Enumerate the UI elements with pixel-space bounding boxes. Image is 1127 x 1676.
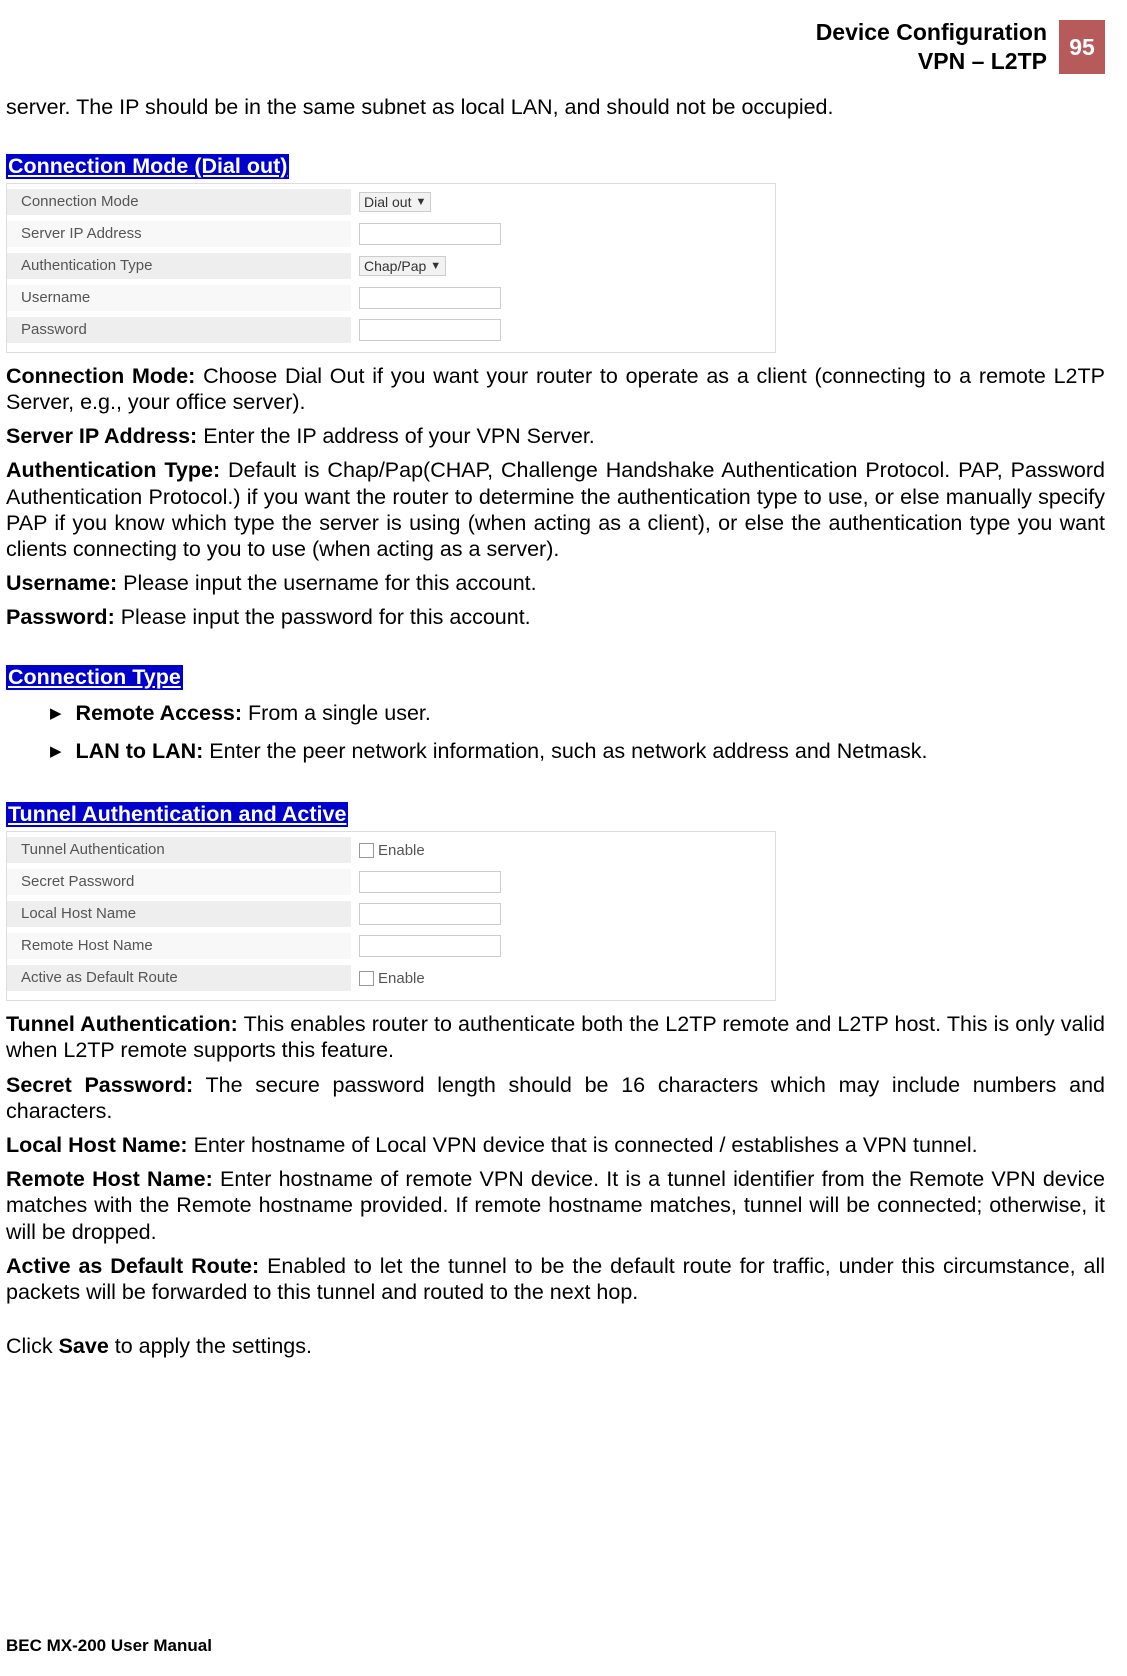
table-row: Username bbox=[7, 282, 775, 314]
desc-active-default-route: Active as Default Route: Enabled to let … bbox=[6, 1253, 1105, 1305]
desc-remote-host: Remote Host Name: Enter hostname of remo… bbox=[6, 1166, 1105, 1245]
row-label: Connection Mode bbox=[7, 189, 351, 215]
intro-continuation: server. The IP should be in the same sub… bbox=[6, 94, 1105, 120]
connection-mode-select-cell: Dial out ▼ bbox=[351, 192, 431, 212]
chevron-down-icon: ▼ bbox=[430, 260, 441, 272]
password-input[interactable] bbox=[359, 319, 501, 341]
header-title-block: Device Configuration VPN – L2TP bbox=[816, 18, 1047, 76]
desc-server-ip: Server IP Address: Enter the IP address … bbox=[6, 423, 1105, 449]
auth-type-select[interactable]: Chap/Pap ▼ bbox=[359, 256, 446, 276]
table-row: Server IP Address bbox=[7, 218, 775, 250]
section-tunnel-auth-title: Tunnel Authentication and Active bbox=[6, 802, 348, 827]
auth-type-select-cell: Chap/Pap ▼ bbox=[351, 256, 446, 276]
table-row: Connection Mode Dial out ▼ bbox=[7, 186, 775, 218]
save-instruction: Click Save to apply the settings. bbox=[6, 1333, 1105, 1359]
table-row: Authentication Type Chap/Pap ▼ bbox=[7, 250, 775, 282]
table-row: Secret Password bbox=[7, 866, 775, 898]
desc-auth-type: Authentication Type: Default is Chap/Pap… bbox=[6, 457, 1105, 562]
select-value: Dial out bbox=[364, 194, 411, 210]
page-number-badge: 95 bbox=[1059, 20, 1105, 74]
desc-password: Password: Please input the password for … bbox=[6, 604, 1105, 630]
page-number: 95 bbox=[1069, 34, 1095, 61]
section-connection-mode-title: Connection Mode (Dial out) bbox=[6, 154, 289, 179]
row-label: Remote Host Name bbox=[7, 933, 351, 959]
enable-label: Enable bbox=[378, 970, 425, 987]
desc-secret-password: Secret Password: The secure password len… bbox=[6, 1072, 1105, 1124]
desc-tunnel-auth: Tunnel Authentication: This enables rout… bbox=[6, 1011, 1105, 1063]
tunnel-auth-checkbox[interactable] bbox=[359, 843, 374, 858]
row-label: Server IP Address bbox=[7, 221, 351, 247]
desc-connection-mode: Connection Mode: Choose Dial Out if you … bbox=[6, 363, 1105, 415]
list-item: ▶ Remote Access: From a single user. bbox=[50, 700, 1105, 726]
header-title-line2: VPN – L2TP bbox=[918, 48, 1047, 74]
table-row: Active as Default Route Enable bbox=[7, 962, 775, 994]
list-item: ▶ LAN to LAN: Enter the peer network inf… bbox=[50, 738, 1105, 764]
desc-local-host: Local Host Name: Enter hostname of Local… bbox=[6, 1132, 1105, 1158]
server-ip-input[interactable] bbox=[359, 223, 501, 245]
chevron-down-icon: ▼ bbox=[415, 196, 426, 208]
table-row: Tunnel Authentication Enable bbox=[7, 834, 775, 866]
desc-username: Username: Please input the username for … bbox=[6, 570, 1105, 596]
row-label: Active as Default Route bbox=[7, 965, 351, 991]
page-container: Device Configuration VPN – L2TP 95 serve… bbox=[0, 0, 1127, 1676]
select-value: Chap/Pap bbox=[364, 258, 426, 274]
row-label: Local Host Name bbox=[7, 901, 351, 927]
footer-manual-name: BEC MX-200 User Manual bbox=[6, 1636, 212, 1656]
username-input[interactable] bbox=[359, 287, 501, 309]
connection-type-list: ▶ Remote Access: From a single user. ▶ L… bbox=[6, 694, 1105, 764]
remote-host-input[interactable] bbox=[359, 935, 501, 957]
table-row: Local Host Name bbox=[7, 898, 775, 930]
row-label: Authentication Type bbox=[7, 253, 351, 279]
enable-label: Enable bbox=[378, 842, 425, 859]
secret-password-input[interactable] bbox=[359, 871, 501, 893]
tunnel-auth-table: Tunnel Authentication Enable Secret Pass… bbox=[6, 831, 776, 1001]
table-row: Password bbox=[7, 314, 775, 346]
local-host-input[interactable] bbox=[359, 903, 501, 925]
triangle-bullet-icon: ▶ bbox=[50, 705, 62, 723]
row-label: Secret Password bbox=[7, 869, 351, 895]
connection-mode-table: Connection Mode Dial out ▼ Server IP Add… bbox=[6, 183, 776, 353]
row-label: Tunnel Authentication bbox=[7, 837, 351, 863]
default-route-checkbox[interactable] bbox=[359, 971, 374, 986]
row-label: Password bbox=[7, 317, 351, 343]
page-content: server. The IP should be in the same sub… bbox=[6, 76, 1105, 1360]
header-title-line1: Device Configuration bbox=[816, 19, 1047, 45]
connection-mode-select[interactable]: Dial out ▼ bbox=[359, 192, 431, 212]
section-connection-type-title: Connection Type bbox=[6, 665, 183, 690]
table-row: Remote Host Name bbox=[7, 930, 775, 962]
page-header: Device Configuration VPN – L2TP 95 bbox=[6, 18, 1105, 76]
row-label: Username bbox=[7, 285, 351, 311]
triangle-bullet-icon: ▶ bbox=[50, 743, 62, 761]
